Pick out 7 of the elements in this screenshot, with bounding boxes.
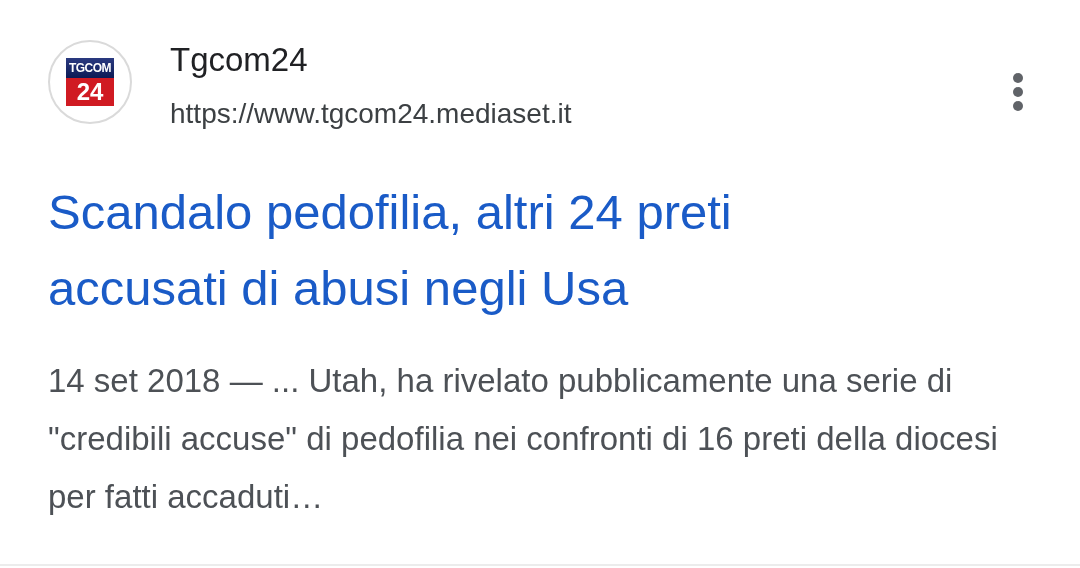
result-title-link[interactable]: Scandalo pedofilia, altri 24 preti accusati di abusi negli Usa <box>48 174 898 326</box>
result-snippet: 14 set 2018 — ... Utah, ha rivelato pubblicamente una serie di "credibili accuse" di pedofilia nei confronti di 16 preti della diocesi per fatti accaduti… <box>48 361 999 517</box>
logo-number: 24 <box>66 78 114 106</box>
more-options-icon[interactable] <box>1012 72 1024 112</box>
logo-text: TGCOM <box>66 58 114 78</box>
site-url[interactable]: https://www.tgcom24.mediaset.it <box>170 94 572 134</box>
site-name[interactable]: Tgcom24 <box>170 40 308 80</box>
